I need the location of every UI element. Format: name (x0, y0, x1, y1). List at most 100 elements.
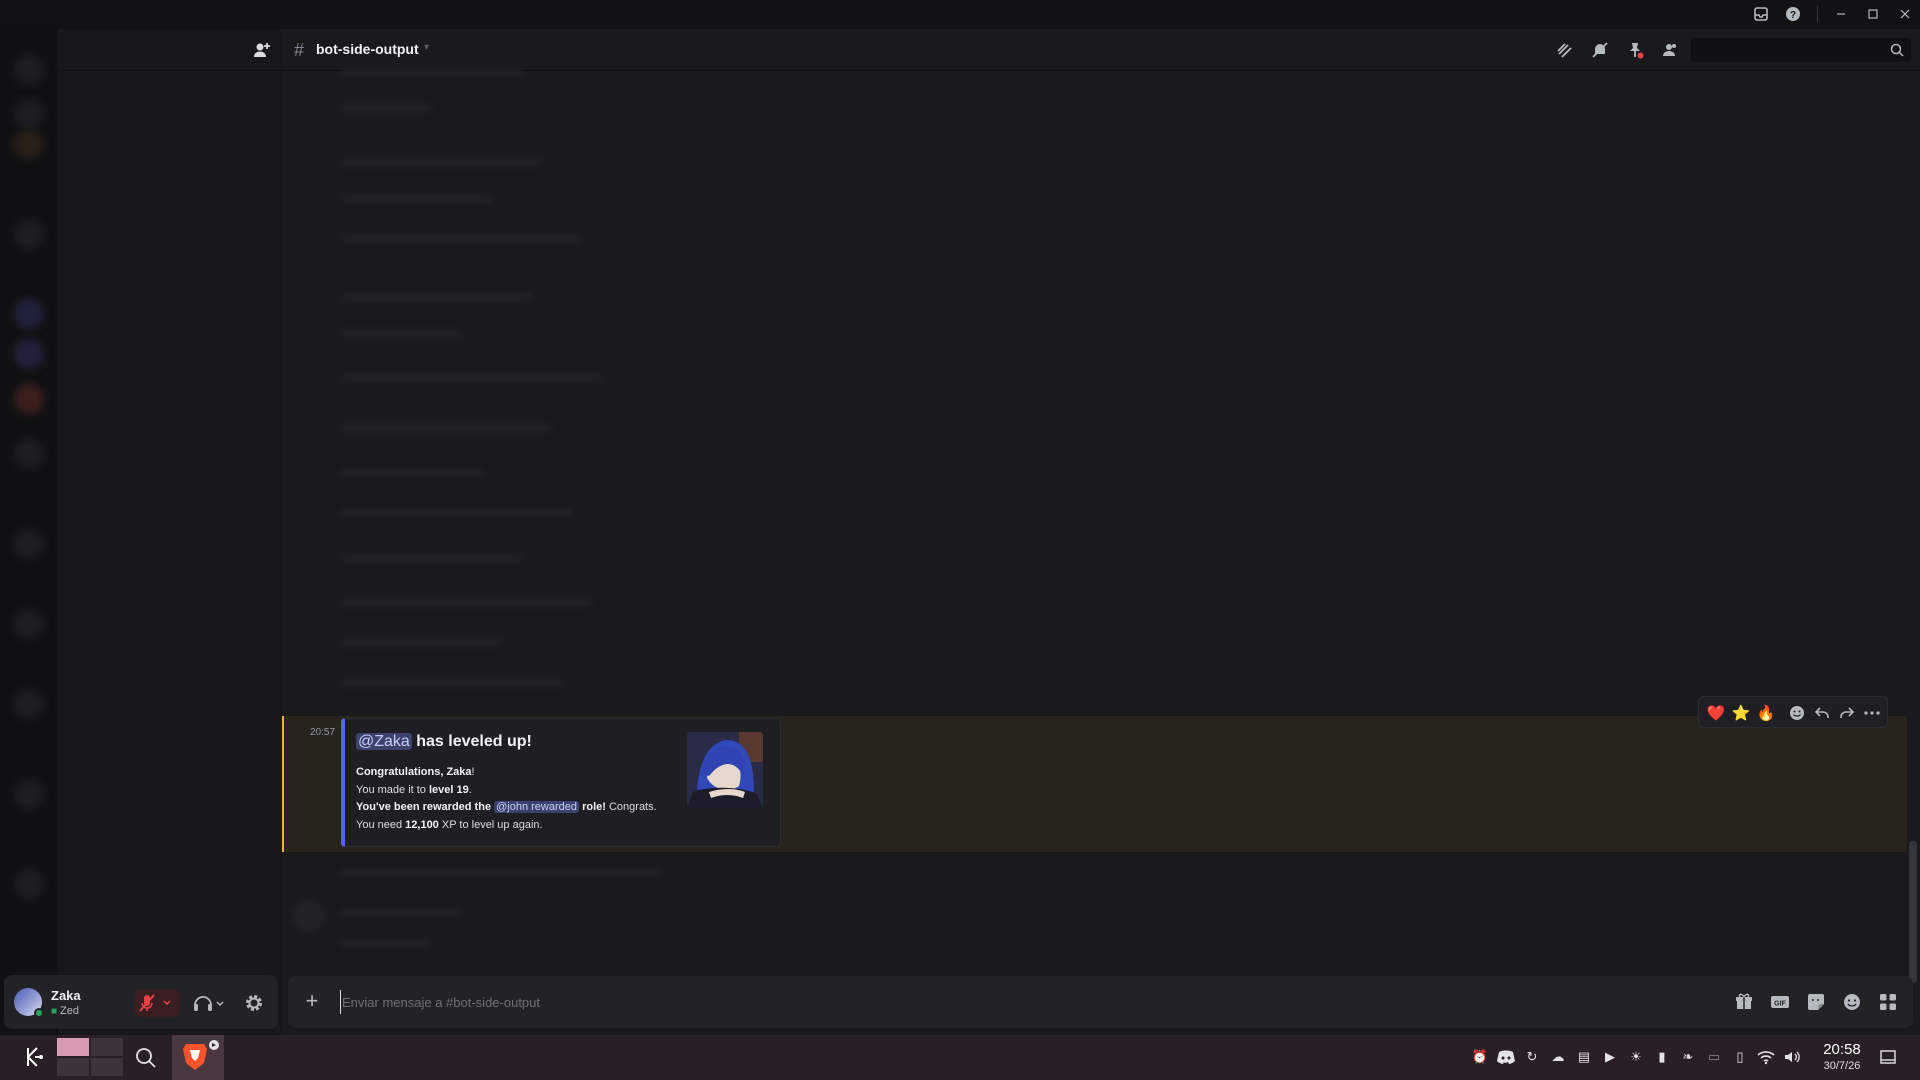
level-up-embed: @Zaka has leveled up! Congratulations, Z… (341, 718, 781, 847)
server-icon[interactable] (14, 219, 44, 249)
message-input[interactable] (340, 990, 1640, 1014)
embed-line: Congratulations, Zaka! (356, 766, 475, 778)
chat-main: # bot-side-output ▾ 20:57 @Zaka has leve… (282, 29, 1920, 1035)
svg-text:?: ? (1790, 10, 1796, 21)
virtual-desktop-pager[interactable] (57, 1038, 123, 1076)
show-desktop-icon[interactable] (1878, 1047, 1898, 1067)
clipboard-icon[interactable]: ▤ (1574, 1047, 1594, 1067)
volume-icon[interactable] (1782, 1047, 1802, 1067)
server-icon[interactable] (14, 779, 44, 809)
gamepad-icon: ■ (51, 1006, 58, 1017)
emoji-icon[interactable] (1841, 991, 1863, 1013)
server-icon[interactable] (14, 439, 44, 469)
username[interactable]: Zaka (51, 988, 81, 1003)
minimize-icon[interactable] (1830, 4, 1852, 24)
online-status-dot (34, 1008, 44, 1018)
threads-icon[interactable] (1555, 40, 1575, 60)
usb-device-icon[interactable]: ▮ (1652, 1047, 1672, 1067)
message-timestamp: 20:57 (310, 727, 336, 738)
server-icon[interactable] (14, 869, 44, 899)
alarm-icon[interactable]: ⏰ (1470, 1047, 1490, 1067)
pinned-messages-icon[interactable] (1625, 40, 1645, 60)
channel-sidebar (58, 29, 282, 1035)
mute-button[interactable] (134, 989, 180, 1017)
user-mention[interactable]: @Zaka (356, 733, 412, 750)
add-reaction-icon[interactable] (1786, 702, 1808, 724)
attach-plus-icon[interactable]: + (300, 989, 324, 1013)
clock-date[interactable]: 30/7/26 (1818, 1060, 1866, 1072)
settings-gear-icon[interactable] (242, 991, 266, 1015)
clock-time[interactable]: 20:58 (1818, 1041, 1866, 1058)
sticker-icon[interactable] (1805, 991, 1827, 1013)
server-icon[interactable] (14, 55, 44, 85)
kde-launcher-icon[interactable] (22, 1045, 46, 1069)
notification-settings-icon[interactable] (1590, 40, 1610, 60)
maximize-icon[interactable] (1862, 4, 1884, 24)
gif-icon[interactable]: GIF (1769, 991, 1791, 1013)
headphones-icon[interactable] (191, 991, 231, 1015)
desktop-4[interactable] (91, 1058, 123, 1076)
embed-line: You need 12,100 XP to level up again. (356, 818, 543, 831)
weather-icon[interactable]: ☁ (1548, 1047, 1568, 1067)
chevron-down-icon[interactable]: ▾ (424, 42, 429, 53)
wifi-icon[interactable] (1756, 1047, 1776, 1067)
user-activity: ■ Zed (51, 1005, 80, 1017)
server-icon[interactable] (14, 99, 44, 129)
search-input[interactable] (1691, 38, 1911, 62)
search-icon[interactable] (134, 1046, 158, 1070)
discord-tray-icon[interactable] (1496, 1047, 1516, 1067)
message-item[interactable]: 20:57 @Zaka has leveled up! Congratulati… (282, 696, 1907, 852)
update-icon[interactable]: ↻ (1522, 1047, 1542, 1067)
sidebar-header (58, 29, 282, 71)
desktop-3[interactable] (57, 1058, 89, 1076)
energy-icon[interactable]: ❧ (1678, 1047, 1698, 1067)
embed-line: You've been rewarded the @john rewarded … (356, 801, 657, 813)
help-icon[interactable]: ? (1782, 4, 1804, 24)
server-icon[interactable] (14, 529, 44, 559)
embed-line: You made it to level 19. (356, 783, 472, 796)
window-titlebar: ? (0, 0, 1920, 29)
more-options-icon[interactable] (1861, 702, 1883, 724)
forward-icon[interactable] (1836, 702, 1858, 724)
message-hover-toolbar: ❤️ ⭐ 🔥 (1698, 696, 1888, 728)
reaction-heart[interactable]: ❤️ (1705, 702, 1727, 724)
reply-icon[interactable] (1811, 702, 1833, 724)
server-icon[interactable] (14, 339, 44, 369)
disk-icon[interactable]: ▭ (1704, 1047, 1724, 1067)
hashtag-icon: # (294, 40, 305, 60)
server-rail (0, 29, 58, 1035)
gift-icon[interactable] (1733, 991, 1755, 1013)
add-friend-icon[interactable] (252, 40, 272, 60)
desktop-2[interactable] (91, 1038, 123, 1056)
channel-name[interactable]: bot-side-output (316, 41, 419, 57)
server-icon[interactable] (14, 299, 44, 329)
channel-header: # bot-side-output ▾ (282, 29, 1920, 71)
reaction-fire[interactable]: 🔥 (1755, 702, 1777, 724)
embed-thumbnail[interactable] (687, 732, 763, 808)
os-taskbar: ⏰ ↻ ☁ ▤ ▶ ☀ ▮ ❧ ▭ ▯ 20:58 30/7/26 (0, 1035, 1920, 1080)
titlebar-divider (1817, 6, 1818, 22)
server-icon[interactable] (14, 609, 44, 639)
inbox-icon[interactable] (1750, 4, 1772, 24)
chat-scrollbar[interactable] (1909, 841, 1917, 983)
reaction-star[interactable]: ⭐ (1730, 702, 1752, 724)
embed-description: Congratulations, Zaka! You made it to le… (356, 764, 696, 834)
media-player-icon[interactable]: ▶ (1600, 1047, 1620, 1067)
search-icon (1889, 42, 1905, 58)
member-list-icon[interactable] (1659, 40, 1679, 60)
battery-icon[interactable]: ▯ (1730, 1047, 1750, 1067)
close-icon[interactable] (1894, 4, 1916, 24)
embed-title-text: has leveled up! (411, 733, 532, 750)
taskbar-browser-app[interactable] (172, 1035, 224, 1080)
user-panel: Zaka ■ Zed (4, 975, 278, 1029)
apps-icon[interactable] (1877, 991, 1899, 1013)
desktop-1[interactable] (57, 1038, 89, 1056)
server-icon[interactable] (14, 689, 44, 719)
server-icon[interactable] (14, 384, 44, 414)
svg-text:GIF: GIF (1774, 1001, 1786, 1008)
embed-title: @Zaka has leveled up! (356, 733, 532, 751)
role-mention[interactable]: @john rewarded (494, 801, 580, 813)
server-icon[interactable] (14, 129, 44, 159)
message-composer: + GIF (288, 976, 1913, 1028)
brightness-icon[interactable]: ☀ (1626, 1047, 1646, 1067)
